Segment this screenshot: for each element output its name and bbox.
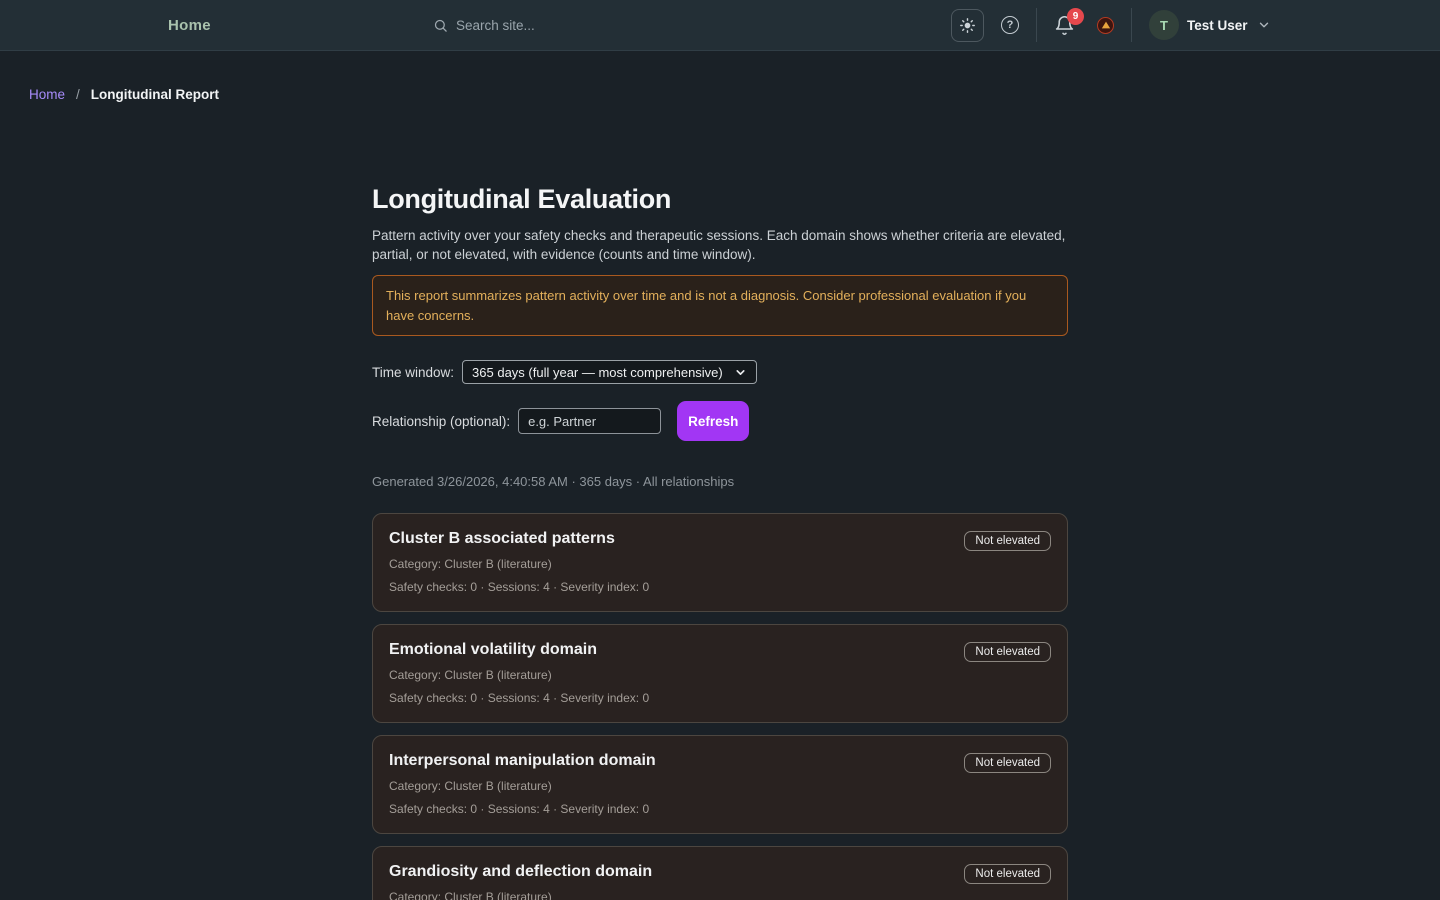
- notification-count-badge: 9: [1067, 8, 1084, 25]
- search-input[interactable]: Search site...: [433, 0, 535, 50]
- breadcrumb-home-link[interactable]: Home: [29, 87, 65, 102]
- time-window-selected-value: 365 days (full year — most comprehensive…: [472, 365, 723, 380]
- card-title: Cluster B associated patterns: [389, 530, 649, 548]
- refresh-button[interactable]: Refresh: [677, 401, 749, 441]
- search-icon: [433, 18, 448, 33]
- domain-cards-list: Cluster B associated patterns Category: …: [372, 513, 1068, 900]
- user-menu[interactable]: T Test User: [1149, 10, 1271, 40]
- domain-card: Interpersonal manipulation domain Catego…: [372, 735, 1068, 834]
- page-title: Longitudinal Evaluation: [372, 184, 1068, 215]
- help-icon[interactable]: ?: [1001, 16, 1019, 34]
- card-title: Interpersonal manipulation domain: [389, 752, 656, 770]
- card-stats: Safety checks: 0 · Sessions: 4 · Severit…: [389, 802, 656, 816]
- page-description: Pattern activity over your safety checks…: [372, 227, 1068, 264]
- user-name: Test User: [1187, 18, 1248, 33]
- time-window-row: Time window: 365 days (full year — most …: [372, 360, 1068, 384]
- notifications-button[interactable]: 9: [1054, 15, 1075, 36]
- card-content: Interpersonal manipulation domain Catego…: [389, 752, 656, 816]
- relationship-row: Relationship (optional): Refresh: [372, 401, 1068, 441]
- card-title: Grandiosity and deflection domain: [389, 863, 652, 881]
- top-navbar: Home Search site...: [0, 0, 1440, 51]
- card-title: Emotional volatility domain: [389, 641, 649, 659]
- navbar-actions: ? 9 T Test User: [951, 0, 1271, 50]
- time-window-select[interactable]: 365 days (full year — most comprehensive…: [462, 360, 757, 384]
- theme-toggle-button[interactable]: [951, 9, 984, 42]
- domain-card: Grandiosity and deflection domain Catego…: [372, 846, 1068, 900]
- card-category: Category: Cluster B (literature): [389, 779, 656, 793]
- nav-home-link[interactable]: Home: [168, 0, 211, 50]
- card-content: Cluster B associated patterns Category: …: [389, 530, 649, 594]
- status-badge: Not elevated: [964, 642, 1051, 662]
- card-stats: Safety checks: 0 · Sessions: 4 · Severit…: [389, 580, 649, 594]
- card-category: Category: Cluster B (literature): [389, 557, 649, 571]
- avatar: T: [1149, 10, 1179, 40]
- card-category: Category: Cluster B (literature): [389, 668, 649, 682]
- domain-card: Cluster B associated patterns Category: …: [372, 513, 1068, 612]
- sun-icon: [959, 17, 976, 34]
- breadcrumb-separator: /: [76, 87, 80, 102]
- navbar-divider: [1036, 8, 1037, 42]
- disclaimer-banner: This report summarizes pattern activity …: [372, 275, 1068, 336]
- domain-card: Emotional volatility domain Category: Cl…: [372, 624, 1068, 723]
- generated-status-line: Generated 3/26/2026, 4:40:58 AM · 365 da…: [372, 474, 1068, 489]
- status-badge: Not elevated: [964, 531, 1051, 551]
- card-content: Emotional volatility domain Category: Cl…: [389, 641, 649, 705]
- search-placeholder: Search site...: [456, 18, 535, 33]
- chevron-down-icon: [1257, 18, 1271, 32]
- breadcrumb: Home / Longitudinal Report: [0, 51, 1440, 102]
- navbar-divider: [1131, 8, 1132, 42]
- card-stats: Safety checks: 0 · Sessions: 4 · Severit…: [389, 691, 649, 705]
- relationship-input[interactable]: [518, 408, 661, 434]
- main-content: Longitudinal Evaluation Pattern activity…: [372, 184, 1068, 900]
- card-category: Category: Cluster B (literature): [389, 890, 652, 900]
- status-badge: Not elevated: [964, 864, 1051, 884]
- chevron-down-icon: [734, 366, 747, 379]
- card-content: Grandiosity and deflection domain Catego…: [389, 863, 652, 900]
- time-window-label: Time window:: [372, 365, 454, 380]
- relationship-label: Relationship (optional):: [372, 414, 510, 429]
- breadcrumb-current: Longitudinal Report: [91, 87, 219, 102]
- status-badge: Not elevated: [964, 753, 1051, 773]
- alert-status-icon[interactable]: [1097, 17, 1114, 34]
